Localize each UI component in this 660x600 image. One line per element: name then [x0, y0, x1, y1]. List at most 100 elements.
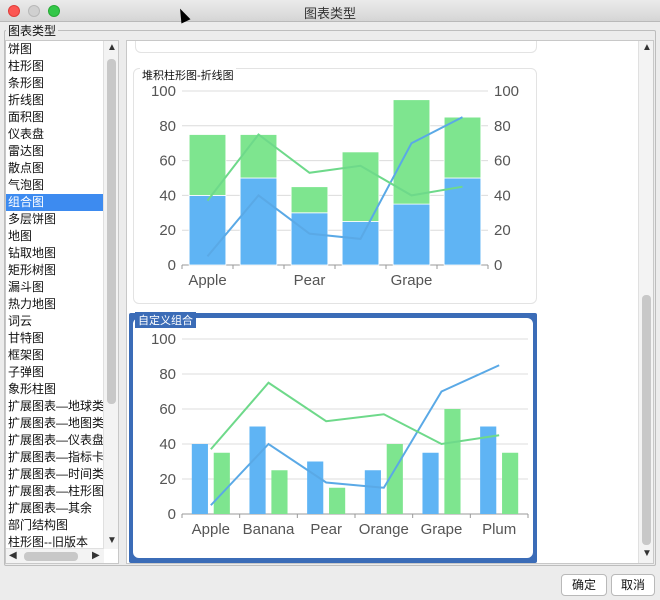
chart-type-item[interactable]: 柱形图: [6, 58, 104, 75]
chart-card-stacked-bar-line[interactable]: 堆积柱形图-折线图 0 20 40 60 80 100 0 20 40 60 80 100 Apple P…: [133, 67, 537, 304]
bar: [341, 151, 380, 222]
chart-type-item[interactable]: 饼图: [6, 41, 104, 58]
y-tick-label: 0: [168, 506, 176, 523]
y-tick-label: 40: [159, 187, 176, 204]
y-tick-label: 20: [159, 471, 176, 488]
list-horizontal-scroll-thumb[interactable]: [24, 552, 78, 561]
chart-type-item[interactable]: 雷达图: [6, 143, 104, 160]
x-tick-label: Grape: [391, 272, 433, 289]
chart-card-custom-combo-inner: 0 20 40 60 80 100 Apple Banana Pear Orange Grape Pl…: [133, 318, 533, 558]
bar: [271, 470, 288, 514]
bar: [191, 444, 208, 514]
chart-type-item[interactable]: 扩展图表—柱形图: [6, 483, 104, 500]
bar: [502, 452, 519, 514]
y2-tick-label: 20: [494, 222, 511, 239]
y-tick-label: 80: [159, 366, 176, 383]
chart-type-item[interactable]: 甘特图: [6, 330, 104, 347]
bar: [249, 426, 266, 514]
chart-type-item[interactable]: 扩展图表—其余: [6, 500, 104, 517]
y2-tick-label: 80: [494, 118, 511, 135]
x-tick-label: Pear: [294, 272, 326, 289]
bar: [444, 409, 461, 514]
chart-type-list[interactable]: 饼图 柱形图 条形图 折线图 面积图 仪表盘 雷达图 散点图 气泡图 组合图 多层饼图 地图 钻取地图矩…: [5, 40, 119, 564]
chart-type-dialog: 图表类型 图表类型 饼图 柱形图 条形图 折线图 面积图 仪表盘 雷达图 散点图 气泡图 组合图多…: [0, 0, 660, 600]
chart-type-item[interactable]: 组合图: [6, 194, 104, 211]
bar: [307, 461, 324, 514]
bar: [290, 212, 329, 266]
list-vertical-scroll-thumb[interactable]: [107, 59, 116, 404]
bar: [422, 452, 439, 514]
y-tick-label: 40: [159, 436, 176, 453]
y-tick-label: 0: [168, 257, 176, 274]
chart-type-item[interactable]: 子弹图: [6, 364, 104, 381]
bar: [443, 116, 482, 179]
bar: [239, 134, 278, 179]
preview-vertical-scrollbar[interactable]: ▲ ▼: [638, 41, 653, 563]
x-tick-label: Apple: [188, 272, 226, 289]
bar: [329, 487, 346, 514]
scroll-up-icon[interactable]: ▲: [107, 42, 117, 53]
bar: [188, 195, 227, 266]
chart-type-item[interactable]: 矩形树图: [6, 262, 104, 279]
scroll-right-icon[interactable]: ▶: [92, 550, 100, 561]
y-tick-label: 100: [151, 83, 176, 100]
x-tick-label: Grape: [421, 521, 463, 538]
chart-type-item[interactable]: 扩展图表—时间类: [6, 466, 104, 483]
y-tick-label: 60: [159, 401, 176, 418]
y-tick-label: 60: [159, 153, 176, 170]
chart-type-item[interactable]: 钻取地图: [6, 245, 104, 262]
group-label: 图表类型: [6, 22, 59, 39]
y-tick-label: 100: [151, 331, 176, 348]
chart-card-custom-combo[interactable]: 0 20 40 60 80 100 Apple Banana Pear Orange Grape Pl…: [129, 312, 537, 563]
preview-vertical-scroll-thumb[interactable]: [642, 295, 651, 545]
list-horizontal-scrollbar[interactable]: ◀ ▶: [6, 548, 104, 563]
cancel-button[interactable]: 取消: [611, 574, 655, 596]
y-tick-label: 20: [159, 222, 176, 239]
bar: [290, 186, 329, 214]
bar: [392, 203, 431, 266]
chart-type-item[interactable]: 扩展图表—仪表盘: [6, 432, 104, 449]
chart-type-item[interactable]: 部门结构图: [6, 517, 104, 534]
list-vertical-scrollbar[interactable]: ▲ ▼: [103, 41, 118, 549]
ok-button[interactable]: 确定: [561, 574, 607, 596]
chart-card-title: 自定义组合: [135, 312, 196, 328]
y-tick-label: 80: [159, 118, 176, 135]
scroll-left-icon[interactable]: ◀: [9, 550, 17, 561]
y2-tick-label: 100: [494, 83, 519, 100]
chart-type-item[interactable]: 面积图: [6, 109, 104, 126]
y2-tick-label: 40: [494, 187, 511, 204]
chart-preview-pane[interactable]: 堆积柱形图-折线图 0 20 40 60 80 100 0 20 40 60 80 100 Apple P…: [126, 40, 654, 564]
window-title: 图表类型: [303, 6, 356, 21]
chart-type-item[interactable]: 扩展图表—地球类: [6, 398, 104, 415]
scroll-down-icon[interactable]: ▼: [642, 548, 652, 559]
chart-type-item[interactable]: 气泡图: [6, 177, 104, 194]
chart-type-item[interactable]: 多层饼图: [6, 211, 104, 228]
chart-type-item[interactable]: 热力地图: [6, 296, 104, 313]
stacked-bar-line-chart: 0 20 40 60 80 100 0 20 40 60 80 100 Apple Pear Grape: [151, 83, 519, 289]
chart-type-item[interactable]: 象形柱图: [6, 381, 104, 398]
chart-type-item[interactable]: 扩展图表—指标卡: [6, 449, 104, 466]
chart-type-list-items: 饼图 柱形图 条形图 折线图 面积图 仪表盘 雷达图 散点图 气泡图 组合图 多层饼图 地图 钻取地图矩…: [6, 41, 104, 549]
chart-type-item[interactable]: 框架图: [6, 347, 104, 364]
chart-type-item[interactable]: 地图: [6, 228, 104, 245]
bar: [364, 470, 381, 514]
chart-type-item[interactable]: 条形图: [6, 75, 104, 92]
chart-type-item[interactable]: 柱形图--旧版本: [6, 534, 104, 549]
bar: [341, 221, 380, 266]
x-tick-label: Pear: [310, 521, 342, 538]
chart-type-item[interactable]: 折线图: [6, 92, 104, 109]
chart-type-item[interactable]: 词云: [6, 313, 104, 330]
scroll-down-icon[interactable]: ▼: [107, 535, 117, 546]
scroll-up-icon[interactable]: ▲: [642, 42, 652, 53]
bar: [443, 177, 482, 266]
chart-type-item[interactable]: 仪表盘: [6, 126, 104, 143]
bar: [239, 177, 278, 266]
chart-type-item[interactable]: 散点图: [6, 160, 104, 177]
x-tick-label: Plum: [482, 521, 516, 538]
chart-type-item[interactable]: 扩展图表—地图类: [6, 415, 104, 432]
bar: [480, 426, 497, 514]
previous-chart-card[interactable]: [135, 41, 537, 53]
bar: [213, 452, 230, 514]
title-bar[interactable]: 图表类型: [0, 0, 660, 22]
chart-type-item[interactable]: 漏斗图: [6, 279, 104, 296]
